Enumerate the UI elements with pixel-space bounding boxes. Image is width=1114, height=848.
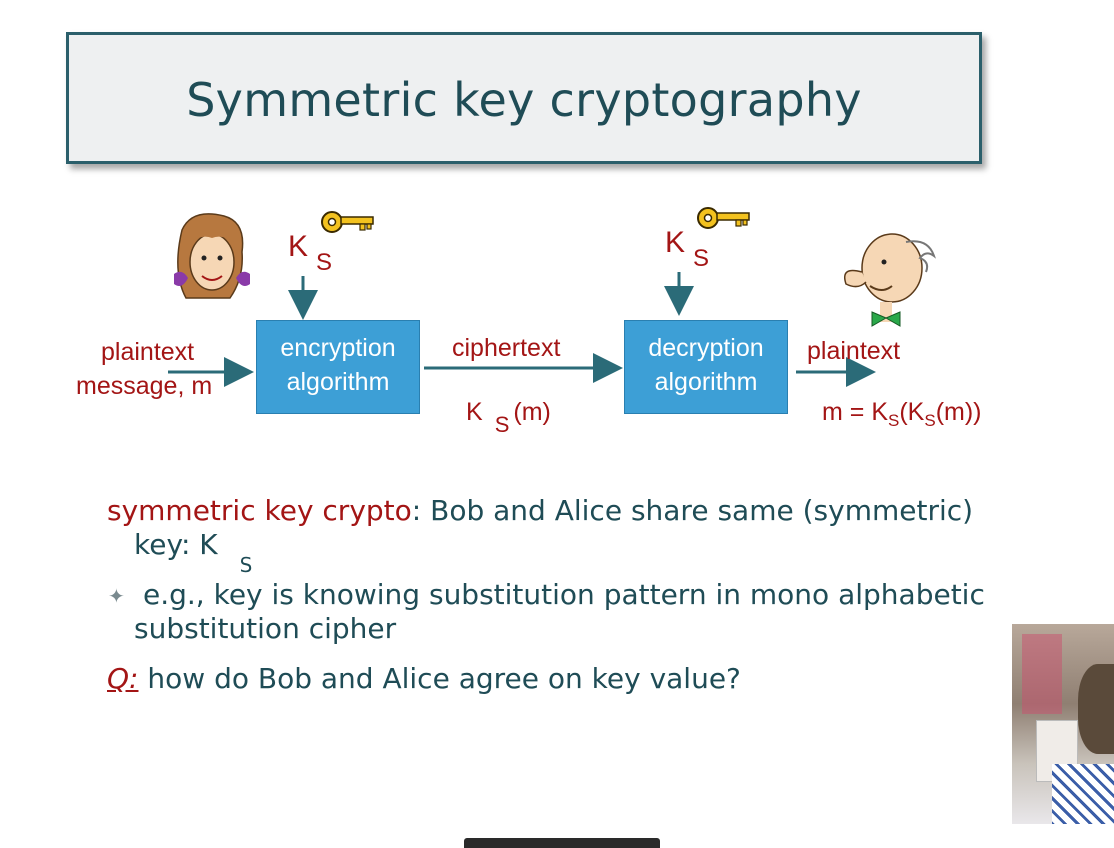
example-line1: e.g., key is knowing substitution patter… — [143, 578, 985, 611]
symmetric-definition-line1: symmetric key crypto: Bob and Alice shar… — [107, 494, 974, 527]
key-icon-right — [697, 207, 750, 229]
plaintext-out-label: plaintext — [807, 337, 901, 365]
bottom-bar — [464, 838, 660, 848]
result-formula: m = KS(KS(m)) — [822, 398, 982, 430]
bob-icon — [844, 233, 936, 327]
bullet-mark-icon: ✦ — [108, 584, 125, 608]
key-left-label: KS — [288, 230, 333, 276]
decryption-box: decryption algorithm — [624, 320, 788, 414]
symmetric-definition-line2: key: KS — [134, 528, 253, 577]
message-label: message, m — [76, 372, 213, 400]
webcam-thumbnail — [1012, 624, 1114, 824]
cipher-formula: K S (m) — [466, 398, 551, 437]
question-line: Q: how do Bob and Alice agree on key val… — [107, 662, 741, 695]
alice-icon — [174, 213, 250, 299]
plaintext-in-label: plaintext — [101, 338, 195, 366]
key-icon-left — [321, 211, 374, 233]
example-line2: substitution cipher — [134, 612, 397, 645]
encryption-box: encryption algorithm — [256, 320, 420, 414]
key-right-label: KS — [665, 226, 710, 272]
ciphertext-label: ciphertext — [452, 334, 561, 362]
